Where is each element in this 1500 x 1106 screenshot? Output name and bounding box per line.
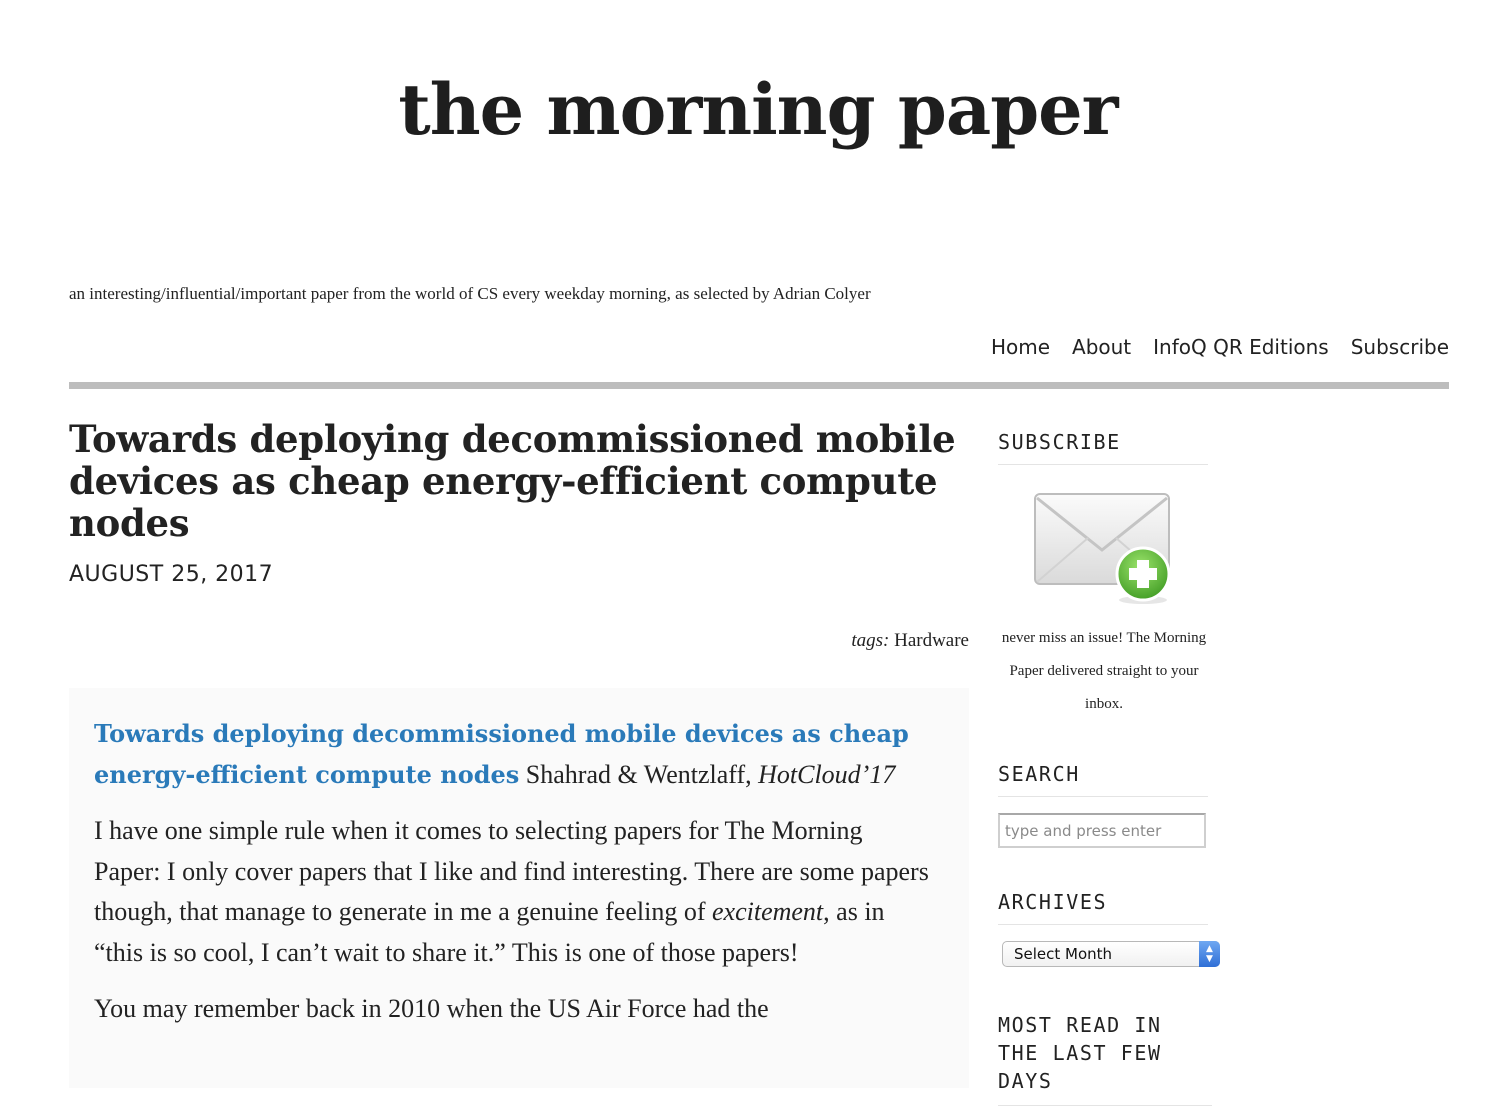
subscribe-description: never miss an issue! The Morning Paper d… (1001, 630, 1207, 712)
intro-paragraph: I have one simple rule when it comes to … (94, 816, 929, 967)
header-divider (69, 382, 1449, 389)
post-title[interactable]: Towards deploying decommissioned mobile … (69, 418, 969, 544)
archives-widget-title: ARCHIVES (998, 890, 1208, 925)
nav-subscribe[interactable]: Subscribe (1351, 335, 1449, 359)
post-tags: tags: Hardware (851, 630, 969, 652)
second-paragraph: You may remember back in 2010 when the U… (94, 994, 769, 1023)
site-tagline: an interesting/influential/important pap… (69, 284, 871, 303)
archives-select[interactable]: Select Month ▲ ▼ (1002, 941, 1220, 967)
nav-home[interactable]: Home (991, 335, 1050, 359)
archives-select-value: Select Month (1014, 945, 1113, 963)
search-input[interactable] (998, 813, 1206, 848)
search-widget-title: SEARCH (998, 762, 1208, 797)
nav-infoq-qr-editions[interactable]: InfoQ QR Editions (1153, 335, 1329, 359)
site-title[interactable]: the morning paper (0, 68, 1500, 151)
main-nav: Home About InfoQ QR Editions Subscribe (991, 335, 1449, 359)
post-date: AUGUST 25, 2017 (69, 562, 274, 587)
paper-venue: HotCloud’17 (758, 759, 896, 789)
most-read-widget-title: MOST READ IN THE LAST FEW DAYS (998, 1011, 1212, 1106)
paper-authors: Shahrad & Wentzlaff, (525, 759, 752, 789)
tags-label: tags: (851, 630, 890, 651)
tag-link[interactable]: Hardware (894, 630, 969, 651)
envelope-plus-icon[interactable] (1033, 492, 1173, 604)
updown-arrows-icon: ▲ ▼ (1199, 941, 1220, 967)
post-content: Towards deploying decommissioned mobile … (94, 714, 934, 1046)
paper-citation: Towards deploying decommissioned mobile … (94, 714, 934, 795)
nav-about[interactable]: About (1072, 335, 1131, 359)
subscribe-widget-title: SUBSCRIBE (998, 430, 1208, 465)
